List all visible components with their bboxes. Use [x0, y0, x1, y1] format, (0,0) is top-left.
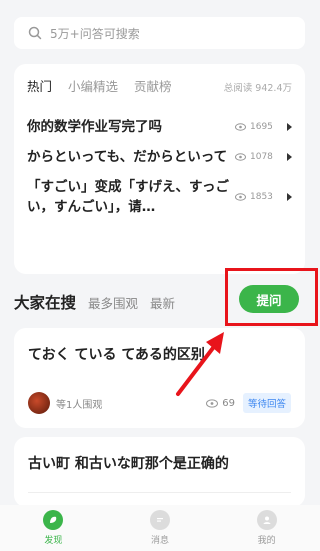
tab-hot[interactable]: 热门 — [27, 76, 52, 95]
tab-editor-picks[interactable]: 小编精选 — [68, 76, 118, 95]
eye-icon — [235, 123, 246, 131]
hot-item[interactable]: からといっても、だからといって 1078 — [14, 137, 305, 167]
question-meta: 等1人围观 69 等待回答 — [28, 392, 291, 414]
tab-me[interactable]: 我的 — [227, 510, 307, 546]
search-placeholder: 5万+问答可搜索 — [50, 26, 140, 41]
hot-list: 你的数学作业写完了吗 1695 からといっても、だからといって 1078 「すご… — [14, 107, 305, 217]
user-icon — [256, 510, 277, 530]
ask-question-button[interactable]: 提问 — [239, 285, 299, 313]
status-badge: 等待回答 — [242, 393, 291, 413]
question-card[interactable]: 古い町 和古いな町那个是正确的 — [14, 437, 305, 507]
hot-tabs: 热门 小编精选 贡献榜 总阅读 942.4万 — [14, 64, 305, 95]
view-count: 1078 — [235, 152, 281, 162]
tab-newest[interactable]: 最新 — [150, 293, 175, 312]
chevron-right-icon — [287, 193, 292, 201]
question-title: ておく ている てある的区别 — [28, 347, 205, 363]
annotation-arrow-icon — [176, 332, 224, 396]
tab-most-watched[interactable]: 最多围观 — [88, 293, 138, 312]
chevron-right-icon — [287, 123, 292, 131]
hot-item-title: 你的数学作业写完了吗 — [27, 119, 162, 135]
watchers-text: 等1人围观 — [56, 399, 103, 411]
eye-icon — [235, 193, 246, 201]
question-card[interactable]: ておく ている てある的区别 等1人围观 69 等待回答 — [14, 328, 305, 428]
eye-icon — [235, 153, 246, 161]
view-count: 1853 — [235, 192, 281, 202]
chevron-right-icon — [287, 153, 292, 161]
section-title: 大家在搜 — [14, 294, 77, 312]
avatar — [28, 392, 50, 414]
highlight-box: 提问 — [225, 268, 318, 326]
view-count: 1695 — [235, 122, 281, 132]
search-icon — [28, 26, 42, 40]
hot-item[interactable]: 「すごい」变成「すげえ、すっごい，すんごい」，请… 1853 — [14, 167, 305, 217]
hot-questions-card: 热门 小编精选 贡献榜 总阅读 942.4万 你的数学作业写完了吗 1695 か… — [14, 64, 305, 274]
hot-item[interactable]: 你的数学作业写完了吗 1695 — [14, 107, 305, 137]
message-icon — [149, 510, 170, 530]
question-title: 古い町 和古いな町那个是正确的 — [28, 456, 229, 472]
tab-messages[interactable]: 消息 — [120, 510, 200, 546]
divider — [28, 492, 291, 493]
search-input[interactable]: 5万+问答可搜索 — [14, 17, 305, 49]
tab-discover[interactable]: 发现 — [13, 510, 93, 546]
tab-contribution-rank[interactable]: 贡献榜 — [134, 76, 172, 95]
bottom-tab-bar: 发现 消息 我的 — [0, 505, 320, 551]
total-reads: 总阅读 942.4万 — [223, 83, 292, 94]
hot-item-title: 「すごい」变成「すげえ、すっごい，すんごい」，请… — [27, 179, 229, 215]
leaf-icon — [43, 510, 64, 530]
hot-item-title: からといっても、だからといって — [27, 149, 228, 165]
